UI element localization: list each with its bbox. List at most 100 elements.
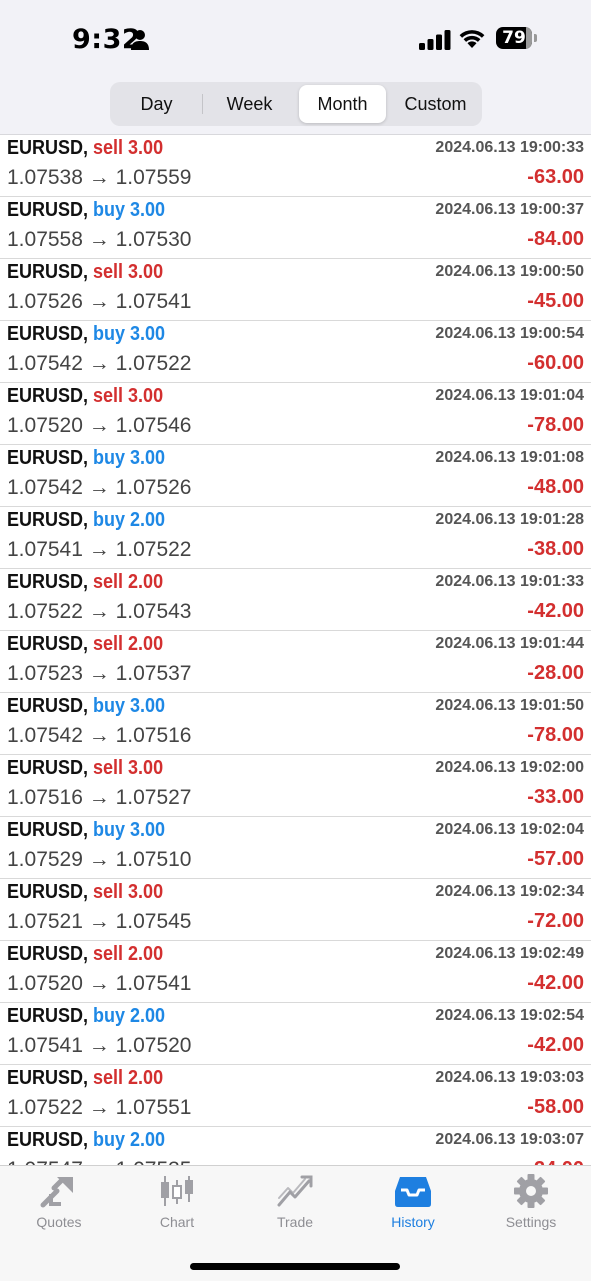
segment-week[interactable]: Week	[206, 85, 293, 123]
deal-row[interactable]: EURUSD, sell 3.00 1.07520 → 1.07546 2024.0…	[0, 383, 591, 445]
person-icon	[131, 30, 149, 50]
deal-datetime: 2024.06.13 19:03:03	[435, 1069, 584, 1086]
deal-volume: 3.00	[130, 199, 166, 221]
deal-profit: -24.00	[527, 1158, 584, 1165]
deal-title: EURUSD, sell 2.00	[7, 571, 163, 594]
deal-row[interactable]: EURUSD, buy 2.00 1.07541 → 1.07520 2024.06…	[0, 1003, 591, 1065]
deal-volume: 3.00	[130, 695, 166, 717]
deal-side: sell	[93, 881, 124, 903]
segment-month[interactable]: Month	[299, 85, 386, 123]
deal-profit: -57.00	[527, 848, 584, 870]
deal-row[interactable]: EURUSD, buy 3.00 1.07542 → 1.07516 2024.06…	[0, 693, 591, 755]
deal-volume: 3.00	[128, 757, 164, 779]
deal-symbol: EURUSD,	[7, 447, 89, 469]
deal-title: EURUSD, buy 2.00	[7, 1129, 165, 1152]
deal-volume: 3.00	[130, 447, 166, 469]
deal-datetime: 2024.06.13 19:00:54	[435, 325, 584, 342]
deal-row[interactable]: EURUSD, sell 3.00 1.07538 → 1.07559 2024.0…	[0, 135, 591, 197]
deal-datetime: 2024.06.13 19:02:00	[435, 759, 584, 776]
deal-datetime: 2024.06.13 19:03:07	[435, 1131, 584, 1148]
deal-side: sell	[93, 261, 124, 283]
deal-volume: 2.00	[130, 1129, 166, 1151]
deal-prices: 1.07523 → 1.07537	[7, 662, 192, 685]
deal-symbol: EURUSD,	[7, 199, 89, 221]
period-segmented-control: Day Week Month Custom	[110, 82, 482, 126]
deals-list: EURUSD, sell 3.00 1.07538 → 1.07559 2024.0…	[0, 135, 591, 1165]
deal-volume: 3.00	[128, 385, 164, 407]
deal-title: EURUSD, sell 3.00	[7, 137, 163, 160]
deal-title: EURUSD, buy 3.00	[7, 447, 165, 470]
deal-title: EURUSD, buy 3.00	[7, 695, 165, 718]
deal-datetime: 2024.06.13 19:01:50	[435, 697, 584, 714]
segment-day[interactable]: Day	[113, 85, 200, 123]
deal-volume: 3.00	[130, 819, 166, 841]
segment-custom[interactable]: Custom	[392, 85, 479, 123]
deal-profit: -78.00	[527, 724, 584, 746]
deal-side: sell	[93, 757, 124, 779]
segment-divider	[202, 94, 203, 114]
deal-title: EURUSD, buy 3.00	[7, 323, 165, 346]
deal-side: buy	[93, 819, 126, 841]
deal-datetime: 2024.06.13 19:01:44	[435, 635, 584, 652]
deal-symbol: EURUSD,	[7, 385, 89, 407]
deal-row[interactable]: EURUSD, sell 3.00 1.07521 → 1.07545 2024.0…	[0, 879, 591, 941]
deal-row[interactable]: EURUSD, sell 2.00 1.07520 → 1.07541 2024.0…	[0, 941, 591, 1003]
deal-side: sell	[93, 1067, 124, 1089]
deal-title: EURUSD, sell 2.00	[7, 633, 163, 656]
tab-trade[interactable]: Trade	[245, 1174, 345, 1244]
deal-symbol: EURUSD,	[7, 509, 89, 531]
deal-row[interactable]: EURUSD, buy 3.00 1.07529 → 1.07510 2024.06…	[0, 817, 591, 879]
deal-side: buy	[93, 1005, 126, 1027]
tab-history[interactable]: History	[363, 1174, 463, 1244]
deal-title: EURUSD, sell 3.00	[7, 385, 163, 408]
deal-side: buy	[93, 199, 126, 221]
tab-quotes[interactable]: Quotes	[9, 1174, 109, 1244]
deal-profit: -72.00	[527, 910, 584, 932]
deal-side: buy	[93, 1129, 126, 1151]
tab-label-quotes: Quotes	[36, 1214, 82, 1230]
deal-row[interactable]: EURUSD, buy 2.00 1.07541 → 1.07522 2024.06…	[0, 507, 591, 569]
deal-row[interactable]: EURUSD, buy 2.00 1.07547 → 1.07535 2024.06…	[0, 1127, 591, 1165]
deal-profit: -38.00	[527, 538, 584, 560]
quotes-icon	[40, 1177, 73, 1208]
deal-symbol: EURUSD,	[7, 757, 89, 779]
deal-prices: 1.07516 → 1.07527	[7, 786, 192, 809]
tab-chart[interactable]: Chart	[127, 1174, 227, 1244]
deal-row[interactable]: EURUSD, buy 3.00 1.07542 → 1.07526 2024.06…	[0, 445, 591, 507]
trade-icon	[277, 1175, 313, 1207]
deal-datetime: 2024.06.13 19:02:49	[435, 945, 584, 962]
deal-datetime: 2024.06.13 19:01:28	[435, 511, 584, 528]
deal-symbol: EURUSD,	[7, 1067, 89, 1089]
deal-title: EURUSD, sell 3.00	[7, 757, 163, 780]
home-indicator[interactable]	[190, 1263, 400, 1270]
deal-row[interactable]: EURUSD, sell 2.00 1.07523 → 1.07537 2024.0…	[0, 631, 591, 693]
deal-symbol: EURUSD,	[7, 571, 89, 593]
deal-row[interactable]: EURUSD, sell 3.00 1.07516 → 1.07527 2024.0…	[0, 755, 591, 817]
deal-profit: -48.00	[527, 476, 584, 498]
battery-level: 79	[502, 28, 526, 48]
deal-volume: 3.00	[128, 261, 164, 283]
deal-row[interactable]: EURUSD, sell 2.00 1.07522 → 1.07551 2024.0…	[0, 1065, 591, 1127]
deal-prices: 1.07526 → 1.07541	[7, 290, 192, 313]
deal-row[interactable]: EURUSD, buy 3.00 1.07558 → 1.07530 2024.06…	[0, 197, 591, 259]
deal-datetime: 2024.06.13 19:02:34	[435, 883, 584, 900]
deal-row[interactable]: EURUSD, buy 3.00 1.07542 → 1.07522 2024.06…	[0, 321, 591, 383]
deal-row[interactable]: EURUSD, sell 3.00 1.07526 → 1.07541 2024.0…	[0, 259, 591, 321]
deal-side: sell	[93, 137, 124, 159]
deal-datetime: 2024.06.13 19:02:54	[435, 1007, 584, 1024]
deal-side: sell	[93, 571, 124, 593]
candlestick-icon	[161, 1176, 193, 1206]
deal-row[interactable]: EURUSD, sell 2.00 1.07522 → 1.07543 2024.0…	[0, 569, 591, 631]
deal-volume: 2.00	[128, 571, 164, 593]
deal-profit: -63.00	[527, 166, 584, 188]
deal-profit: -28.00	[527, 662, 584, 684]
deal-title: EURUSD, sell 3.00	[7, 261, 163, 284]
deal-volume: 2.00	[130, 509, 166, 531]
deal-title: EURUSD, sell 2.00	[7, 1067, 163, 1090]
tab-settings[interactable]: Settings	[481, 1174, 581, 1244]
status-bar: 9:32 79	[0, 0, 591, 80]
deal-profit: -42.00	[527, 972, 584, 994]
deal-symbol: EURUSD,	[7, 323, 89, 345]
deal-prices: 1.07542 → 1.07526	[7, 476, 192, 499]
deal-profit: -42.00	[527, 600, 584, 622]
